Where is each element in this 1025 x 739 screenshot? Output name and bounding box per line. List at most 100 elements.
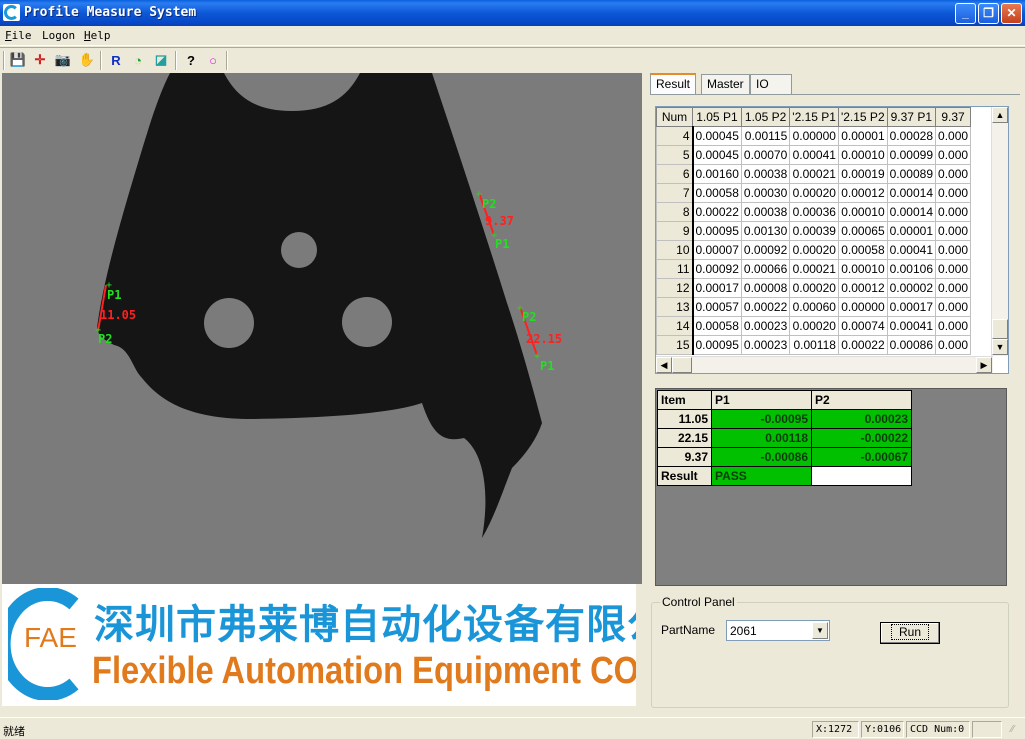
scroll-left-arrow-icon[interactable]: ◀: [656, 357, 672, 373]
results-grid[interactable]: Num 1.05 P1 1.05 P2'2.15 P1'2.15 P2 9.37 P1…: [655, 106, 1009, 374]
close-button[interactable]: ✕: [1001, 3, 1022, 24]
grid-cell[interactable]: 0.00012: [837, 183, 888, 203]
partname-select[interactable]: 2061 ▼: [726, 620, 830, 641]
grid-cell[interactable]: 0.00036: [789, 202, 839, 222]
grid-header-cell[interactable]: '2.15 P1: [789, 107, 839, 127]
hand-icon[interactable]: ✋: [78, 51, 96, 69]
camera-viewer[interactable]: + + P1 11.05 P2 + + P2 9.37 P1 + + P2 22…: [2, 73, 642, 584]
grid-cell[interactable]: 0.00020: [789, 240, 839, 260]
grid-cell[interactable]: 0.000: [935, 316, 972, 336]
menu-file[interactable]: File: [5, 29, 32, 42]
grid-cell[interactable]: 0.00130: [740, 221, 791, 241]
grid-cell[interactable]: 0.00020: [789, 183, 839, 203]
grid-cell[interactable]: 0.000: [935, 221, 972, 241]
ruler-icon[interactable]: ◪: [152, 51, 170, 69]
save-icon[interactable]: 💾: [9, 51, 27, 69]
grid-cell[interactable]: 0.00020: [789, 278, 839, 298]
grid-cell[interactable]: 0.00057: [692, 297, 742, 317]
grid-cell[interactable]: 0.00008: [740, 278, 791, 298]
grid-cell[interactable]: 0.00066: [740, 259, 791, 279]
grid-cell[interactable]: 0.00001: [886, 221, 937, 241]
grid-cell[interactable]: 0.00012: [837, 278, 888, 298]
grid-cell[interactable]: 0.00115: [740, 126, 791, 146]
app-logo-icon[interactable]: [3, 4, 20, 21]
grid-cell[interactable]: 0.00038: [740, 164, 791, 184]
grid-cell[interactable]: 0.00021: [789, 164, 839, 184]
grid-cell[interactable]: 0.00014: [886, 202, 937, 222]
grid-cell[interactable]: 0.00041: [789, 145, 839, 165]
grid-cell[interactable]: 0.00065: [837, 221, 888, 241]
vertical-scrollbar[interactable]: ▲ ▼: [991, 107, 1008, 356]
grid-cell[interactable]: 0.00039: [789, 221, 839, 241]
r-icon[interactable]: R: [107, 51, 125, 69]
restore-button[interactable]: ❐: [978, 3, 999, 24]
grid-cell[interactable]: 0.00041: [886, 240, 937, 260]
grid-cell[interactable]: 0.000: [935, 126, 972, 146]
grid-cell[interactable]: 0.00001: [837, 126, 888, 146]
minimize-button[interactable]: _: [955, 3, 976, 24]
grid-header-cell[interactable]: '2.15 P2: [837, 107, 888, 127]
tab-result[interactable]: Result: [650, 73, 697, 95]
grid-cell[interactable]: 0.00028: [886, 126, 937, 146]
horizontal-scrollbar[interactable]: ◀ ▶: [656, 356, 993, 373]
grid-cell[interactable]: 0.00086: [886, 335, 937, 355]
grid-header-num[interactable]: Num: [656, 107, 693, 127]
scroll-down-arrow-icon[interactable]: ▼: [992, 339, 1008, 355]
grid-cell[interactable]: 0.00118: [789, 335, 839, 355]
grid-cell[interactable]: 0.000: [935, 278, 972, 298]
tab-master[interactable]: Master: [701, 74, 750, 94]
grid-cell[interactable]: 0.00007: [692, 240, 742, 260]
grid-cell[interactable]: 0.00019: [837, 164, 888, 184]
scroll-thumb[interactable]: [992, 319, 1008, 339]
grid-cell[interactable]: 0.00020: [789, 316, 839, 336]
grid-cell[interactable]: 0.00023: [740, 335, 791, 355]
grid-cell[interactable]: 0.00002: [886, 278, 937, 298]
grid-cell[interactable]: 0.00022: [740, 297, 791, 317]
grid-cell[interactable]: 0.00041: [886, 316, 937, 336]
grid-cell[interactable]: 0.000: [935, 297, 972, 317]
scroll-up-arrow-icon[interactable]: ▲: [992, 107, 1008, 123]
chevron-down-icon[interactable]: ▼: [812, 622, 828, 639]
grid-cell[interactable]: 0.00058: [692, 316, 742, 336]
tab-io[interactable]: IO: [750, 74, 792, 94]
grid-cell[interactable]: 0.00095: [692, 335, 742, 355]
grid-cell[interactable]: 0.00092: [692, 259, 742, 279]
camera-icon[interactable]: 📷: [54, 51, 72, 69]
grid-cell[interactable]: 0.00010: [837, 202, 888, 222]
measure-icon[interactable]: ◔: [129, 51, 147, 69]
grid-cell[interactable]: 0.00000: [837, 297, 888, 317]
grid-cell[interactable]: 0.00106: [886, 259, 937, 279]
grid-cell[interactable]: 0.000: [935, 335, 972, 355]
grid-cell[interactable]: 0.00058: [837, 240, 888, 260]
grid-cell[interactable]: 0.00022: [837, 335, 888, 355]
grid-cell[interactable]: 0.00092: [740, 240, 791, 260]
grid-cell[interactable]: 0.000: [935, 259, 972, 279]
grid-cell[interactable]: 0.00058: [692, 183, 742, 203]
grid-cell[interactable]: 0.00010: [837, 145, 888, 165]
grid-cell[interactable]: 0.00045: [692, 145, 742, 165]
grid-cell[interactable]: 0.00074: [837, 316, 888, 336]
grid-cell[interactable]: 0.00070: [740, 145, 791, 165]
grid-cell[interactable]: 0.00095: [692, 221, 742, 241]
resize-grip-icon[interactable]: ⁄⁄: [1011, 724, 1023, 736]
grid-cell[interactable]: 0.00099: [886, 145, 937, 165]
grid-cell[interactable]: 0.000: [935, 164, 972, 184]
grid-cell[interactable]: 0.00045: [692, 126, 742, 146]
help-icon[interactable]: ?: [182, 51, 200, 69]
grid-cell[interactable]: 0.00000: [789, 126, 839, 146]
grid-cell[interactable]: 0.00089: [886, 164, 937, 184]
run-button[interactable]: Run: [880, 622, 940, 644]
grid-cell[interactable]: 0.00022: [692, 202, 742, 222]
grid-cell[interactable]: 0.00060: [789, 297, 839, 317]
grid-cell[interactable]: 0.00010: [837, 259, 888, 279]
circle-icon[interactable]: ○: [204, 51, 222, 69]
grid-cell[interactable]: 0.000: [935, 183, 972, 203]
grid-cell[interactable]: 0.00017: [692, 278, 742, 298]
crosshair-icon[interactable]: ✛: [31, 51, 49, 69]
grid-header-cell[interactable]: 9.37 P1: [886, 107, 937, 127]
grid-cell[interactable]: 0.00014: [886, 183, 937, 203]
scroll-right-arrow-icon[interactable]: ▶: [976, 357, 992, 373]
grid-cell[interactable]: 0.000: [935, 240, 972, 260]
grid-header-cell[interactable]: 9.37: [935, 107, 972, 127]
grid-cell[interactable]: 0.00038: [740, 202, 791, 222]
